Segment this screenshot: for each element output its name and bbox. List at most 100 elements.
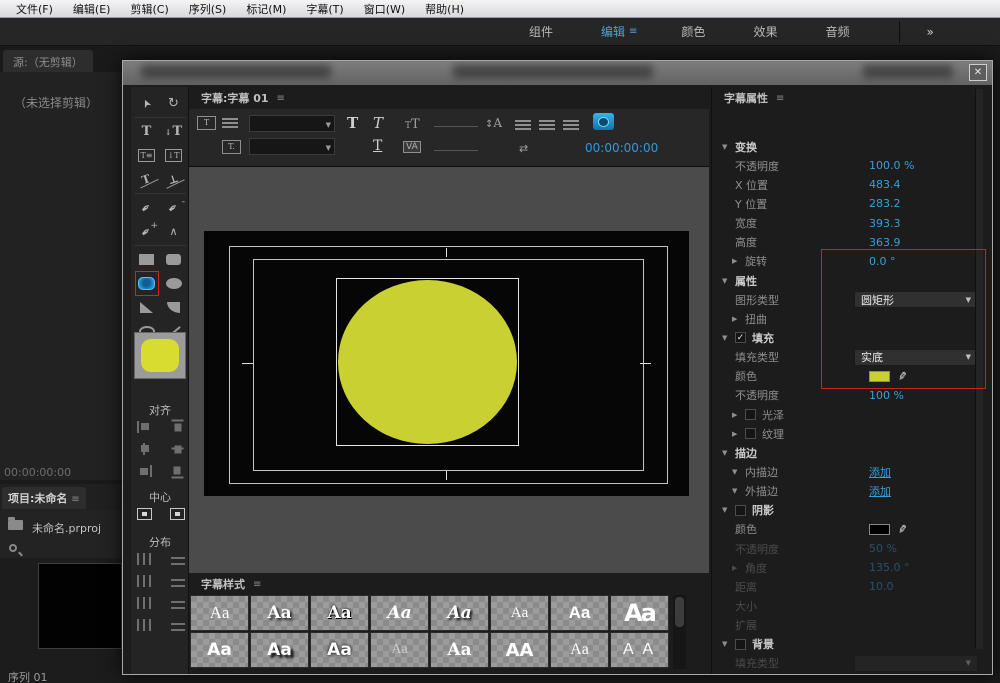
style-swatch[interactable]: Aa xyxy=(550,632,609,668)
kerning-control[interactable]: VA xyxy=(403,141,421,153)
align-center-vertical-button[interactable] xyxy=(172,442,184,457)
style-swatch[interactable]: Aa xyxy=(490,595,549,631)
distribute-bottom-button[interactable] xyxy=(171,597,185,609)
vertical-type-tool[interactable]: T xyxy=(161,121,186,142)
style-swatch[interactable]: Aa xyxy=(550,595,609,631)
wedge-tool[interactable] xyxy=(134,297,159,318)
menu-file[interactable]: 文件(F) xyxy=(6,1,63,17)
triangle-expanded-icon[interactable]: ▼ xyxy=(732,487,745,495)
align-left-button[interactable] xyxy=(137,421,152,433)
menu-window[interactable]: 窗口(W) xyxy=(354,1,415,17)
align-bottom-button[interactable] xyxy=(172,464,184,479)
eyedropper-icon[interactable]: ✎ xyxy=(897,522,908,536)
triangle-collapsed-icon[interactable]: ▶ xyxy=(732,315,745,323)
style-swatch[interactable]: A A xyxy=(610,632,669,668)
search-icon[interactable] xyxy=(9,544,17,552)
width-value[interactable]: 393.3 xyxy=(869,217,901,230)
selection-tool[interactable]: ➤ xyxy=(134,93,159,114)
triangle-expanded-icon[interactable]: ▼ xyxy=(722,640,735,648)
size-slider[interactable] xyxy=(434,126,478,127)
style-swatch[interactable]: Aa xyxy=(250,632,309,668)
tab-editing-menu-icon[interactable]: ≡ xyxy=(629,26,657,37)
shape-selection-box[interactable] xyxy=(336,278,519,446)
project-panel-tab[interactable]: 项目:未命名 ≡ xyxy=(2,487,86,509)
distribute-even-v-button[interactable] xyxy=(171,619,185,631)
arc-tool[interactable] xyxy=(161,297,186,318)
section-strokes[interactable]: ▼ 描边 xyxy=(712,443,980,462)
align-top-button[interactable] xyxy=(172,420,184,435)
distribute-center-v-button[interactable] xyxy=(171,575,185,587)
tab-assembly[interactable]: 组件 xyxy=(505,23,577,40)
style-swatch[interactable]: Aa xyxy=(610,595,669,631)
menu-marker[interactable]: 标记(M) xyxy=(236,1,296,17)
add-inner-stroke-link[interactable]: 添加 xyxy=(869,464,891,480)
shadow-angle-value[interactable]: 135.0 ° xyxy=(869,561,910,574)
bold-button[interactable]: T xyxy=(347,114,358,132)
align-text-center-icon[interactable] xyxy=(539,118,555,133)
style-swatch[interactable]: Aa xyxy=(430,595,489,631)
font-family-select[interactable]: ▼ xyxy=(249,115,335,132)
tab-overflow-chevron[interactable]: » xyxy=(899,20,934,43)
style-swatch[interactable]: Aa xyxy=(430,632,489,668)
new-title-based-on-template-icon[interactable]: T xyxy=(197,116,216,130)
align-text-left-icon[interactable] xyxy=(515,118,531,133)
shadow-opacity-value[interactable]: 50 % xyxy=(869,542,897,555)
distribute-top-button[interactable] xyxy=(171,553,185,565)
tab-color[interactable]: 颜色 xyxy=(657,23,729,40)
add-outer-stroke-link[interactable]: 添加 xyxy=(869,483,891,499)
styles-scrollbar-thumb[interactable] xyxy=(675,597,684,627)
shadow-checkbox[interactable] xyxy=(735,504,746,516)
panel-menu-icon[interactable]: ≡ xyxy=(776,93,784,104)
font-style-select[interactable]: ▼ xyxy=(249,138,335,155)
triangle-expanded-icon[interactable]: ▼ xyxy=(732,468,745,476)
style-swatch[interactable]: Aa xyxy=(370,595,429,631)
texture-checkbox[interactable] xyxy=(745,428,756,440)
rectangle-tool[interactable] xyxy=(134,249,159,270)
sequence-thumbnail[interactable] xyxy=(38,563,122,649)
opacity-value[interactable]: 100.0 % xyxy=(869,159,914,172)
path-type-tool[interactable]: T xyxy=(134,169,159,190)
tab-effects[interactable]: 效果 xyxy=(729,23,801,40)
triangle-expanded-icon[interactable]: ▼ xyxy=(722,449,735,457)
type-tool[interactable]: T xyxy=(134,121,159,142)
shadow-distance-value[interactable]: 10.0 xyxy=(869,580,894,593)
rounded-rectangle-tool[interactable] xyxy=(161,249,186,270)
italic-button[interactable]: T xyxy=(373,114,383,132)
fill-checkbox[interactable]: ✓ xyxy=(735,332,746,344)
current-style-preview[interactable] xyxy=(134,332,186,379)
panel-menu-icon[interactable]: ≡ xyxy=(71,494,79,505)
font-size-control[interactable]: TT xyxy=(405,117,420,132)
panel-menu-icon[interactable]: ≡ xyxy=(277,93,285,104)
triangle-collapsed-icon[interactable]: ▶ xyxy=(732,411,745,419)
vertical-path-type-tool[interactable]: ⊥ xyxy=(161,169,186,190)
title-canvas[interactable] xyxy=(189,167,709,573)
pen-tool[interactable]: ✒ xyxy=(134,197,159,218)
menu-help[interactable]: 帮助(H) xyxy=(415,1,474,17)
triangle-collapsed-icon[interactable]: ▶ xyxy=(732,564,745,572)
templates-icon[interactable]: T. xyxy=(222,140,241,154)
tab-editing[interactable]: 编辑 xyxy=(577,23,629,40)
sheen-checkbox[interactable] xyxy=(745,409,756,421)
align-right-button[interactable] xyxy=(137,465,152,477)
menu-clip[interactable]: 剪辑(C) xyxy=(120,1,178,17)
background-checkbox[interactable] xyxy=(735,638,746,650)
style-swatch[interactable]: Aa xyxy=(250,595,309,631)
vertical-area-type-tool[interactable]: ↓T xyxy=(161,145,186,166)
section-transform[interactable]: ▼ 变换 xyxy=(712,137,980,156)
center-horizontal-button[interactable] xyxy=(137,508,152,520)
section-background[interactable]: ▼ 背景 xyxy=(712,635,980,654)
styles-scrollbar[interactable] xyxy=(673,595,686,669)
project-file-name[interactable]: 未命名.prproj xyxy=(32,520,101,536)
triangle-expanded-icon[interactable]: ▼ xyxy=(722,506,735,514)
style-swatch[interactable]: Aa xyxy=(310,595,369,631)
add-anchor-point-tool[interactable]: ✒ + xyxy=(134,221,159,242)
distribute-right-button[interactable] xyxy=(137,597,151,609)
kerning-slider[interactable] xyxy=(434,150,478,151)
background-fill-type-dropdown[interactable]: ▼ xyxy=(854,654,978,672)
style-swatch[interactable]: Aa xyxy=(190,595,249,631)
style-swatch[interactable]: Aa xyxy=(310,632,369,668)
tab-audio[interactable]: 音频 xyxy=(801,23,873,40)
distribute-left-button[interactable] xyxy=(137,553,151,565)
height-value[interactable]: 363.9 xyxy=(869,236,901,249)
close-icon[interactable]: ✕ xyxy=(969,64,987,81)
